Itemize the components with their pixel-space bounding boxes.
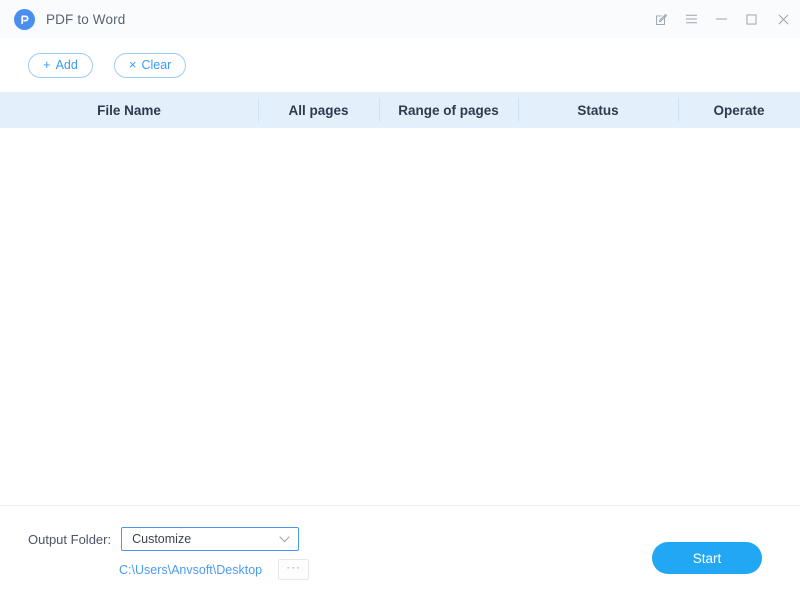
file-table-body[interactable] [0, 128, 800, 505]
app-title: PDF to Word [46, 11, 126, 27]
clear-button[interactable]: × Clear [113, 52, 187, 78]
file-table: File Name All pages Range of pages Statu… [0, 92, 800, 505]
title-bar-left: PDF to Word [14, 8, 126, 30]
column-header-operate: Operate [678, 92, 800, 128]
ellipsis-icon: ··· [286, 559, 302, 574]
menu-icon[interactable] [676, 0, 706, 38]
file-table-header: File Name All pages Range of pages Statu… [0, 92, 800, 128]
column-header-status: Status [518, 92, 678, 128]
add-button-label: Add [55, 58, 78, 72]
app-window: PDF to Word + Add × Clear File Name All … [0, 0, 800, 596]
column-header-file-name: File Name [97, 102, 161, 118]
chevron-down-icon [279, 535, 290, 542]
plus-icon: + [43, 57, 51, 72]
output-mode-select[interactable]: Customize [121, 527, 300, 551]
output-folder-row: Output Folder: Customize [28, 527, 300, 551]
toolbar: + Add × Clear [0, 38, 800, 92]
title-bar: PDF to Word [0, 0, 800, 38]
output-path-row: C:\Users\Anvsoft\Desktop ··· [119, 559, 310, 580]
clear-button-label: Clear [141, 58, 172, 72]
start-button[interactable]: Start [652, 542, 762, 574]
feedback-icon[interactable] [646, 0, 676, 38]
minimize-icon[interactable] [706, 0, 736, 38]
app-logo-p-icon [14, 8, 35, 30]
add-button[interactable]: + Add [28, 52, 93, 78]
column-header-all-pages: All pages [258, 92, 379, 128]
cross-icon: × [128, 57, 137, 72]
output-mode-value: Customize [132, 532, 192, 546]
footer: Output Folder: Customize C:\Users\Anvsof… [0, 506, 800, 596]
browse-folder-button[interactable]: ··· [278, 559, 310, 580]
maximize-icon[interactable] [736, 0, 766, 38]
window-controls [646, 0, 800, 38]
output-folder-label: Output Folder: [28, 531, 112, 547]
output-path-link[interactable]: C:\Users\Anvsoft\Desktop [119, 563, 262, 577]
close-icon[interactable] [766, 0, 800, 38]
column-header-range-of-pages: Range of pages [379, 92, 518, 128]
